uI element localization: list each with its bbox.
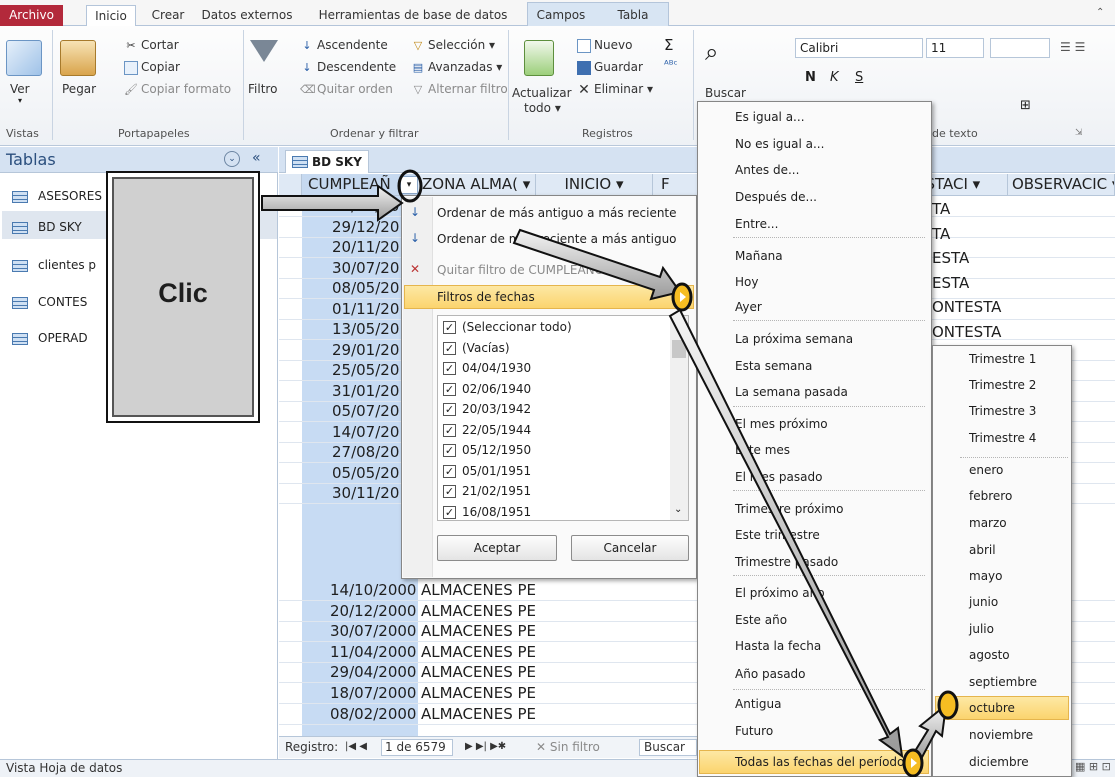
arrow-to-period <box>668 308 904 759</box>
highlight-octubre-circle <box>937 690 959 720</box>
arrow-to-dropdown <box>261 184 404 222</box>
annotation-arrows <box>261 169 959 777</box>
arrow-to-date-filters <box>512 228 682 301</box>
highlight-dropdown-circle <box>397 169 423 203</box>
